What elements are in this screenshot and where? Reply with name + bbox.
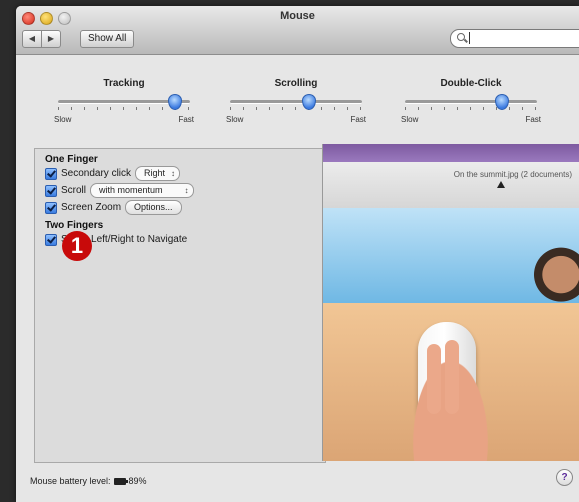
show-all-button[interactable]: Show All <box>80 30 135 48</box>
screen-zoom-checkbox[interactable] <box>45 201 57 214</box>
slider-track[interactable] <box>401 94 541 110</box>
battery-label: Mouse battery level: <box>30 476 111 486</box>
two-fingers-heading: Two Fingers <box>45 220 104 231</box>
finger-image <box>427 344 441 414</box>
finger-image <box>445 340 459 414</box>
scrolling-speed-slider[interactable]: Scrolling Slow Fast <box>226 78 366 124</box>
slider-track[interactable] <box>54 94 194 110</box>
back-button[interactable]: ◀ <box>22 30 42 48</box>
swipe-navigate-checkbox[interactable] <box>45 233 57 246</box>
battery-status: Mouse battery level: 89% <box>30 476 147 486</box>
tracking-speed-slider[interactable]: Tracking Slow Fast <box>54 78 194 124</box>
fast-label: Fast <box>350 115 366 124</box>
scroll-label: Scroll <box>61 185 87 196</box>
help-button[interactable]: ? <box>556 469 573 486</box>
search-field[interactable] <box>450 29 579 48</box>
scroll-popup[interactable]: with momentum <box>90 183 194 198</box>
text-caret <box>469 32 470 44</box>
scroll-checkbox[interactable] <box>45 184 57 197</box>
navigation-buttons: ◀ ▶ <box>22 30 61 48</box>
mouse-preferences-window: Mouse ◀ ▶ Show All Tracking Slow Fast Sc… <box>16 6 579 502</box>
secondary-click-label: Secondary click <box>61 168 132 179</box>
secondary-click-option: Secondary click Right <box>45 165 194 182</box>
window-title: Mouse <box>280 10 315 22</box>
battery-icon <box>113 477 128 485</box>
slow-label: Slow <box>226 115 244 124</box>
battery-value: 89% <box>128 476 147 486</box>
secondary-click-popup[interactable]: Right <box>135 166 181 181</box>
tracking-label: Tracking <box>103 78 145 89</box>
preview-person-image <box>534 244 579 312</box>
one-finger-heading: One Finger <box>45 154 98 165</box>
double-click-speed-slider[interactable]: Double-Click Slow Fast <box>401 78 541 124</box>
screen-zoom-option: Screen Zoom Options... <box>45 199 194 216</box>
forward-button[interactable]: ▶ <box>42 30 61 48</box>
fast-label: Fast <box>178 115 194 124</box>
slow-label: Slow <box>54 115 72 124</box>
gesture-preview-video: On the summit.jpg (2 documents) <box>322 144 579 461</box>
search-icon <box>457 33 465 41</box>
options-button[interactable]: Options... <box>125 200 182 215</box>
toolbar: Mouse ◀ ▶ Show All <box>16 6 579 55</box>
slider-track[interactable] <box>226 94 366 110</box>
screen-zoom-label: Screen Zoom <box>61 202 122 213</box>
fast-label: Fast <box>525 115 541 124</box>
slow-label: Slow <box>401 115 419 124</box>
double-click-label: Double-Click <box>440 78 502 89</box>
preview-finder-window: On the summit.jpg (2 documents) <box>323 162 579 208</box>
gestures-panel: One Finger Secondary click Right Scroll … <box>34 148 326 463</box>
cursor-icon <box>497 181 505 188</box>
preview-finder-text: On the summit.jpg (2 documents) <box>453 170 572 179</box>
preview-desktop-bar <box>323 144 579 162</box>
scrolling-label: Scrolling <box>274 78 318 89</box>
annotation-badge: 1 <box>62 231 92 261</box>
secondary-click-checkbox[interactable] <box>45 167 57 180</box>
scroll-option: Scroll with momentum <box>45 182 194 199</box>
